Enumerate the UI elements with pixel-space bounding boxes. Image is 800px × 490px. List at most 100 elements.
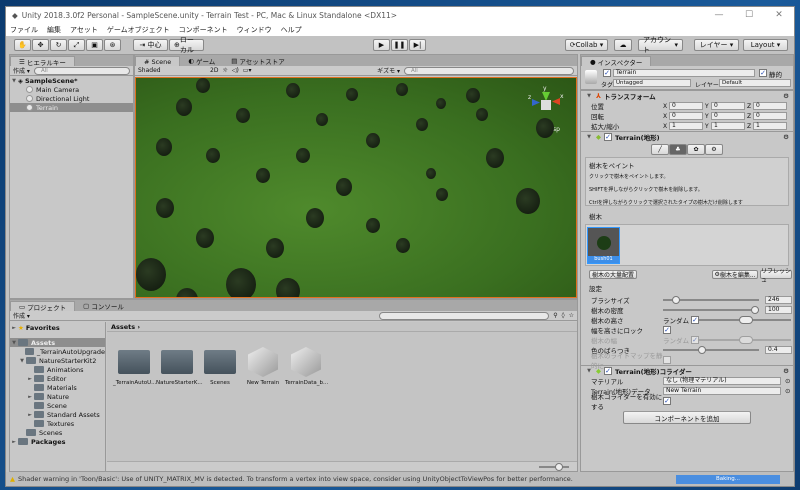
folder-tree-item[interactable]: ▼ Assets <box>10 338 105 347</box>
enable-tree-colliders-checkbox[interactable]: ✓ <box>663 397 671 405</box>
menu-gameobject[interactable]: ゲームオブジェクト <box>107 25 170 35</box>
filter-label-icon[interactable]: ◊ <box>562 312 565 319</box>
y-field[interactable]: 1 <box>711 122 745 130</box>
random-height-checkbox[interactable]: ✓ <box>691 316 700 324</box>
x-field[interactable]: 1 <box>669 122 703 130</box>
hierarchy-search-input[interactable]: All <box>33 66 130 75</box>
account-dropdown[interactable]: アカウント ▾ <box>638 36 683 54</box>
settings-gear-icon[interactable]: ⚙ <box>783 367 789 375</box>
tab-project[interactable]: ▭ プロジェクト <box>10 301 76 312</box>
icon-size-slider[interactable] <box>539 463 569 471</box>
asset-item[interactable]: TerrainData_b... <box>285 347 328 386</box>
setting-value-field[interactable]: 246 <box>765 296 792 304</box>
tree-object[interactable] <box>316 113 328 127</box>
create-dropdown[interactable]: 作成 ▾ <box>13 311 30 320</box>
fold-arrow-icon[interactable]: ► <box>10 439 18 445</box>
space-toggle[interactable]: ⊕ ローカル <box>169 36 204 54</box>
hierarchy-item-terrain[interactable]: Terrain <box>10 103 133 112</box>
menu-help[interactable]: ヘルプ <box>281 25 302 35</box>
tree-object[interactable] <box>176 288 198 297</box>
tree-object[interactable] <box>286 83 300 99</box>
tree-object[interactable] <box>196 228 214 248</box>
scene-root[interactable]: ▼ ◈ SampleScene* <box>10 76 133 85</box>
scene-gizmo[interactable]: y z x <box>528 85 564 120</box>
slider-knob[interactable] <box>698 346 707 354</box>
tree-object[interactable] <box>206 148 220 164</box>
tree-object[interactable] <box>536 118 554 138</box>
active-checkbox[interactable]: ✓ <box>603 69 611 77</box>
tree-object[interactable] <box>516 188 540 215</box>
setting-slider[interactable] <box>663 296 759 304</box>
static-checkbox[interactable]: ✓ <box>759 69 767 77</box>
terrain-header[interactable]: ▼ ◆ ✓ Terrain(地形) ⚙ <box>581 131 793 142</box>
tree-object[interactable] <box>276 278 300 297</box>
tree-object[interactable] <box>176 98 192 116</box>
collab-dropdown[interactable]: ⟳ Collab ▾ <box>565 39 608 51</box>
asset-item[interactable]: _TerrainAutoU... <box>113 350 156 386</box>
z-axis-cone[interactable] <box>532 99 540 106</box>
close-button[interactable]: ✕ <box>764 10 794 20</box>
status-bar[interactable]: ▲ Shader warning in 'Toon/Basic': Use of… <box>6 472 794 486</box>
breadcrumb-assets[interactable]: Assets <box>111 323 135 331</box>
tab-inspector[interactable]: ● インスペクター <box>581 56 652 67</box>
folder-tree-item[interactable]: ► Standard Assets <box>10 410 105 419</box>
scene-search-input[interactable]: All <box>404 66 574 75</box>
tree-object[interactable] <box>296 148 310 164</box>
folder-tree-item[interactable]: ► Nature <box>10 392 105 401</box>
folder-tree-item[interactable]: ▼ NatureStarterKit2 <box>10 356 105 365</box>
object-picker-icon[interactable]: ⊙ <box>785 377 790 385</box>
scene-viewport[interactable]: y z x < Persp <box>135 77 577 298</box>
slider-knob[interactable] <box>671 296 680 304</box>
rotate-tool-button[interactable]: ↻ <box>50 39 67 51</box>
asset-item[interactable]: New Terrain <box>242 347 284 386</box>
transform-header[interactable]: ▼ ⅄ トランスフォーム ⚙ <box>581 90 793 101</box>
x-field[interactable]: 0 <box>669 102 703 110</box>
raise-terrain-tool[interactable]: ╱ <box>651 144 669 155</box>
color-variation-field[interactable]: 0.4 <box>765 346 792 354</box>
fold-arrow-icon[interactable]: ► <box>26 412 34 418</box>
hand-tool-button[interactable]: ✋ <box>14 39 31 51</box>
tree-object[interactable] <box>476 108 488 122</box>
y-field[interactable]: 0 <box>711 102 745 110</box>
color-variation-slider[interactable] <box>663 346 759 354</box>
move-tool-button[interactable]: ✥ <box>32 39 49 51</box>
tree-object[interactable] <box>226 268 256 297</box>
tree-object[interactable] <box>436 188 448 202</box>
z-field[interactable]: 0 <box>753 112 787 120</box>
folder-tree-item[interactable]: _TerrainAutoUpgrade <box>10 347 105 356</box>
object-name-field[interactable]: Terrain <box>613 69 755 77</box>
mode-2d-toggle[interactable]: 2D <box>210 67 218 74</box>
tree-object[interactable] <box>396 238 410 254</box>
tree-object[interactable] <box>196 78 210 94</box>
tree-object[interactable] <box>256 168 270 184</box>
hierarchy-item-directional-light[interactable]: Directional Light <box>10 94 133 103</box>
tree-object[interactable] <box>426 168 436 179</box>
menu-file[interactable]: ファイル <box>10 25 38 35</box>
fold-arrow-icon[interactable]: ► <box>26 376 34 382</box>
folder-tree-item[interactable]: ► Editor <box>10 374 105 383</box>
paint-details-tool[interactable]: ✿ <box>687 144 705 155</box>
height-range-slider[interactable] <box>699 316 791 324</box>
edit-trees-button[interactable]: ⚙ 樹木を編集... <box>712 270 758 279</box>
rect-tool-button[interactable]: ▣ <box>86 39 103 51</box>
tree-object[interactable] <box>366 133 380 149</box>
z-field[interactable]: 1 <box>753 122 787 130</box>
tree-object[interactable] <box>486 148 504 168</box>
minimize-button[interactable]: — <box>704 10 734 20</box>
layer-dropdown[interactable]: Default <box>719 79 791 87</box>
tree-object[interactable] <box>366 218 380 234</box>
refresh-button[interactable]: リフレッシュ <box>760 268 792 284</box>
object-picker-icon[interactable]: ⊙ <box>785 387 790 395</box>
transform-tool-button[interactable]: ⊛ <box>104 39 121 51</box>
material-field[interactable]: なし (物理マテリアル) <box>663 377 781 385</box>
folder-tree-item[interactable]: Textures <box>10 419 105 428</box>
favorite-star-icon[interactable]: ☆ <box>569 312 574 319</box>
hierarchy-item-main-camera[interactable]: Main Camera <box>10 85 133 94</box>
y-field[interactable]: 0 <box>711 112 745 120</box>
slider-knob[interactable] <box>751 306 759 314</box>
scale-tool-button[interactable]: ⤢ <box>68 39 85 51</box>
slider-knob[interactable] <box>555 463 563 471</box>
tree-object[interactable] <box>436 98 446 109</box>
tab-asset-store[interactable]: ▤ アセットストア <box>223 56 293 66</box>
fold-arrow-icon[interactable]: ▼ <box>10 340 18 346</box>
